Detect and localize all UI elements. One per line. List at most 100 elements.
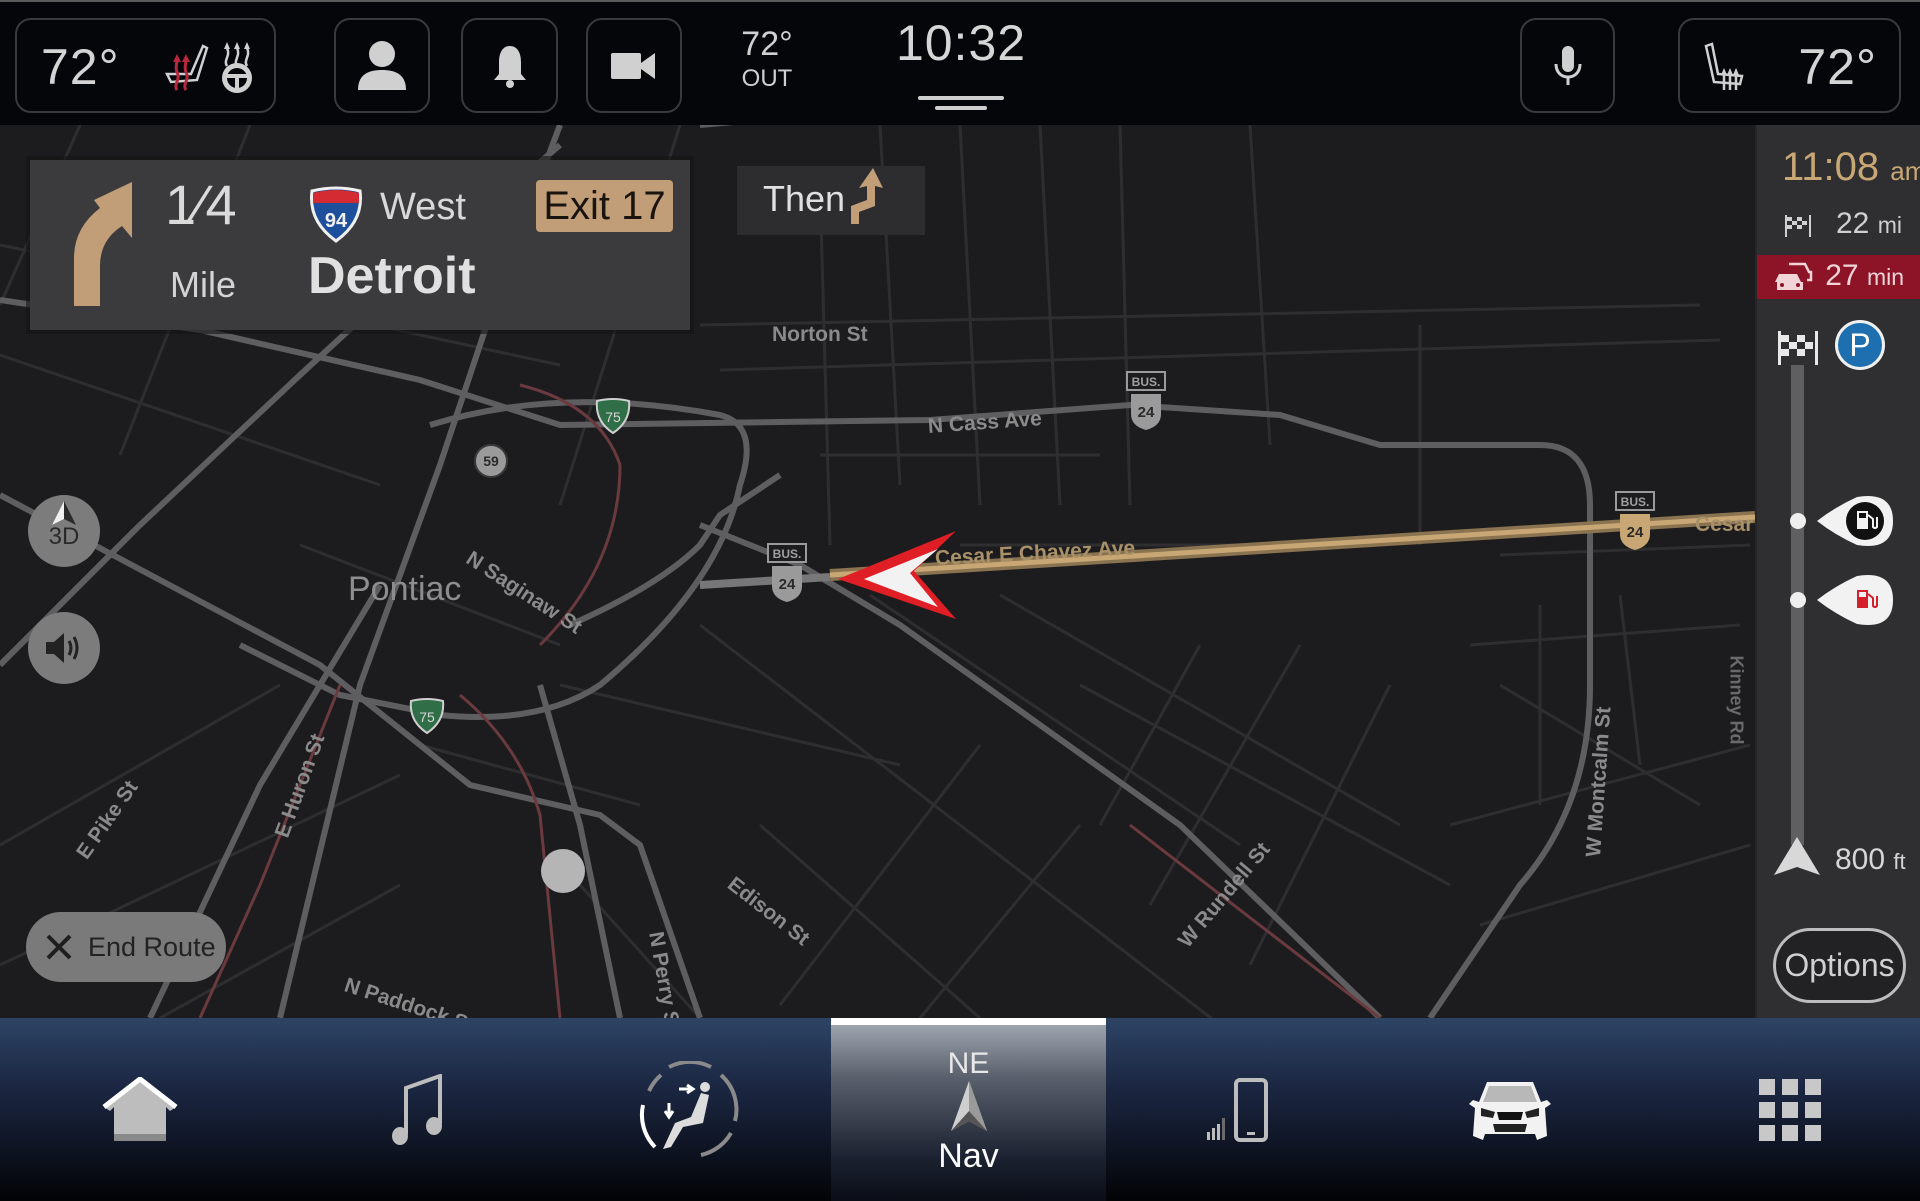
street-label: Cesar <box>1695 513 1754 536</box>
driver-climate-control[interactable]: 72° <box>15 18 276 113</box>
svg-text:59: 59 <box>483 453 499 469</box>
route-behind <box>699 573 831 589</box>
seat-comfort-icon <box>639 1060 739 1157</box>
outside-temperature-value: 72° <box>741 25 793 63</box>
compass-arrow-icon <box>950 1080 987 1131</box>
maneuver-distance-unit: Mile <box>170 264 237 305</box>
passenger-climate-control[interactable]: 72° <box>1678 18 1901 113</box>
passenger-temperature[interactable]: 72° <box>1798 38 1877 96</box>
outside-temperature-label: OUT <box>741 65 793 92</box>
nav-item-phone[interactable] <box>1140 1018 1340 1201</box>
steering-wheel-heat-icon[interactable] <box>217 38 257 94</box>
car-icon <box>1469 1081 1551 1140</box>
poi-marker-dot <box>1790 592 1806 608</box>
remaining-distance: 22 mi <box>1757 203 1920 247</box>
options-button[interactable]: Options <box>1773 928 1906 1003</box>
city-label: Pontiac <box>348 570 462 608</box>
nav-item-vehicle[interactable] <box>1410 1018 1610 1201</box>
next-maneuver-distance-value: 800 <box>1835 843 1886 876</box>
street-label: Norton St <box>772 323 868 346</box>
remaining-time-value: 27 <box>1825 259 1859 292</box>
parking-button[interactable]: P <box>1835 320 1885 370</box>
bear-right-arrow-icon <box>74 182 132 306</box>
microphone-icon <box>1554 45 1581 85</box>
nav-item-home[interactable] <box>40 1018 240 1201</box>
checkered-flag-icon <box>1785 215 1811 237</box>
notifications-button[interactable] <box>461 18 558 113</box>
seat-heat-icon[interactable] <box>165 42 209 94</box>
next-maneuver-distance-unit: ft <box>1893 849 1906 874</box>
gas-station-poi-button[interactable] <box>1815 572 1895 628</box>
seat-vent-icon[interactable] <box>1702 42 1746 94</box>
svg-text:24: 24 <box>1627 524 1644 541</box>
remaining-distance-unit: mi <box>1877 212 1902 238</box>
pull-down-handle[interactable] <box>918 96 1004 100</box>
profile-button[interactable] <box>334 18 430 113</box>
jog-right-arrow-icon <box>851 168 883 224</box>
view-mode-label: 3D <box>48 523 80 550</box>
end-route-button[interactable]: End Route <box>26 912 226 982</box>
phone-icon <box>1207 1077 1268 1142</box>
driver-temperature[interactable]: 72° <box>41 38 120 96</box>
shield-number: 75 <box>605 409 621 425</box>
exit-badge: Exit 17 <box>536 180 673 232</box>
camera-button[interactable] <box>586 18 682 113</box>
end-route-label: End Route <box>88 931 216 962</box>
arrival-time-value: 11:08 <box>1782 145 1880 189</box>
video-camera-icon <box>611 52 655 79</box>
close-icon <box>46 934 72 960</box>
traffic-icon <box>1775 262 1813 290</box>
then-label: Then <box>763 178 846 219</box>
navigation-map[interactable]: Norton St N Cass Ave N Saginaw St Cesar … <box>0 125 1755 1018</box>
next-maneuver-distance: 800 ft <box>1835 843 1906 877</box>
speaker-icon <box>46 633 79 663</box>
home-icon <box>102 1076 178 1141</box>
destination-city: Detroit <box>308 247 476 305</box>
poi-marker-dot <box>1790 513 1806 529</box>
clock: 10:32 <box>895 15 1027 71</box>
vehicle-position-arrow-icon <box>838 531 956 619</box>
remaining-distance-value: 22 <box>1836 207 1870 240</box>
street-label: Kinney Rd <box>1726 655 1747 745</box>
turn-instruction-panel[interactable]: 1⁄4 Mile 94 West Detroit Exit 17 <box>30 160 690 330</box>
arrival-time-ampm: am <box>1890 156 1920 186</box>
outside-temperature: 72° OUT <box>732 24 802 94</box>
highway-direction: West <box>380 186 466 228</box>
svg-text:BUS.: BUS. <box>773 547 802 561</box>
maneuver-distance: 1⁄4 <box>165 173 237 236</box>
business-route-shield-icon: BUS. 24 <box>767 543 807 602</box>
svg-text:24: 24 <box>779 576 796 593</box>
voice-command-button[interactable] <box>1520 18 1615 113</box>
bottom-navigation-bar: NE Nav <box>0 1018 1920 1201</box>
svg-text:BUS.: BUS. <box>1132 375 1161 389</box>
pull-down-handle-lower[interactable] <box>935 106 987 110</box>
svg-text:24: 24 <box>1138 404 1155 421</box>
business-route-shield-icon: BUS. 24 <box>1126 371 1166 430</box>
nav-item-apps[interactable] <box>1690 1018 1890 1201</box>
nav-item-nav[interactable]: NE Nav <box>831 1018 1106 1201</box>
guidance-volume-button[interactable] <box>28 612 100 684</box>
shield-number: 94 <box>325 210 348 232</box>
view-mode-3d-button[interactable]: 3D <box>28 495 100 567</box>
next-maneuver-panel: Then <box>737 166 925 235</box>
business-route-shield-icon: BUS. 24 <box>1615 491 1655 550</box>
compass-heading: NE <box>947 1046 990 1080</box>
interstate-shield-icon: 75 <box>409 698 445 735</box>
destination-flag-icon <box>1778 331 1818 365</box>
current-position-arrow-icon <box>1774 837 1820 875</box>
remaining-time-unit: min <box>1866 264 1904 290</box>
map-cursor-dot[interactable] <box>541 849 585 893</box>
nav-item-media[interactable] <box>318 1018 518 1201</box>
apps-grid-icon <box>1759 1078 1821 1141</box>
status-bar: 72° 72° OUT 10:32 72° <box>0 0 1920 125</box>
gas-station-poi-button[interactable] <box>1815 493 1895 549</box>
music-note-icon <box>392 1073 442 1145</box>
interstate-94-shield-icon: 94 <box>310 186 362 243</box>
nav-item-comfort[interactable] <box>590 1018 790 1201</box>
interstate-shield-icon: 75 <box>595 398 631 435</box>
person-icon <box>358 40 406 90</box>
bell-icon <box>493 45 526 88</box>
trip-info-sidebar: 11:08 am 22 mi 27 min P 800 ft Options <box>1755 125 1920 1018</box>
svg-text:75: 75 <box>419 709 435 725</box>
state-route-shield-icon: 59 <box>474 444 508 478</box>
